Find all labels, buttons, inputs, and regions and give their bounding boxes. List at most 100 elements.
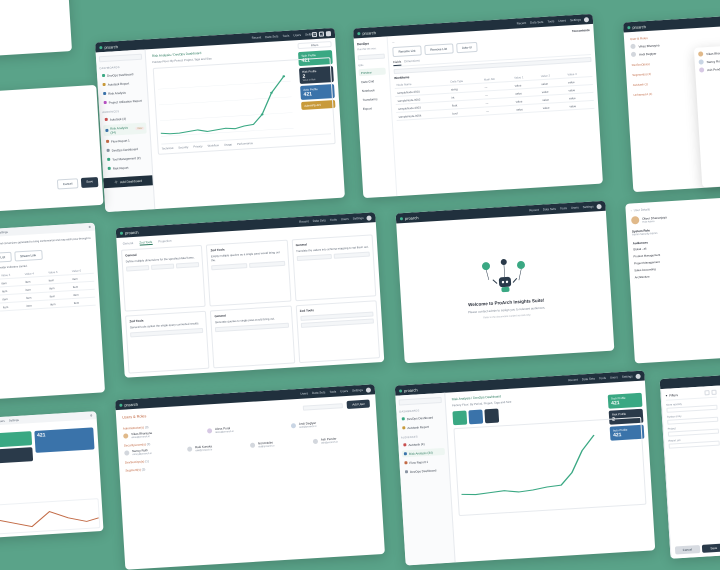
sidebar-item-aud[interactable]: Autotask (4) [103, 114, 146, 124]
nav-item[interactable]: Recent [517, 21, 527, 26]
user-item[interactable]: Raki Kunakaraki@proarch.io [187, 442, 246, 453]
sidebar-item-dash[interactable]: Autotask Report [100, 79, 143, 89]
search-input[interactable] [358, 54, 385, 61]
nav-item[interactable]: Data Sets [582, 377, 595, 382]
sidebar-item-dash[interactable]: DevOps Dashboard [100, 70, 143, 80]
cancel-button[interactable]: Cancel [57, 178, 79, 189]
nav-item[interactable]: Data Sets [543, 207, 556, 212]
search-input[interactable] [303, 403, 343, 410]
user-item[interactable]: Nid Antolininid@proarch.io [250, 438, 309, 449]
nav-item[interactable]: Settings [352, 388, 363, 393]
nav-item[interactable]: Users [558, 18, 566, 22]
save-button[interactable]: Save [81, 177, 98, 188]
nav-item[interactable]: Tools [547, 19, 554, 23]
kpi-chip[interactable] [452, 410, 467, 425]
leftnav-item[interactable]: Notebook [360, 86, 387, 95]
kpi-card[interactable]: Tech Profile421 [608, 393, 643, 409]
sidebar-item-dash[interactable]: Project Utilization Report [102, 97, 145, 107]
chart-tab[interactable]: Technical [162, 146, 174, 151]
gear-icon[interactable]: ⚙ [90, 413, 93, 417]
sidebar-item-aud[interactable]: Autotask (4) [401, 439, 444, 449]
user-avatar[interactable] [366, 215, 371, 220]
nav-item[interactable]: Users [0, 419, 5, 423]
nav-item[interactable]: Recent [252, 35, 262, 40]
leftnav-item[interactable]: Data Grid [359, 77, 386, 86]
nav-item[interactable]: Recent [529, 208, 539, 213]
remove-button[interactable]: Remove List [0, 252, 11, 264]
user-item[interactable]: Ash Penderash@proarch.io [313, 434, 372, 445]
tab[interactable]: Projection [158, 239, 172, 245]
nav-item[interactable]: Users [300, 391, 308, 395]
sidebar-item-aud[interactable]: Tool Management (2) [105, 153, 148, 163]
filter-field[interactable]: Syntax array [667, 413, 718, 425]
add-dashboard-button[interactable]: ＋Add Dashboard [103, 175, 153, 188]
remove-button[interactable]: Remove List [424, 43, 453, 55]
sidebar-item-dash[interactable]: Autotask Report [400, 422, 443, 432]
nav-item[interactable]: Users [340, 389, 348, 393]
chart-tab[interactable]: Usage [224, 142, 232, 146]
nav-item[interactable]: Users [341, 217, 349, 221]
nav-item[interactable]: Settings [9, 418, 19, 423]
filter-field[interactable]: Report set [668, 437, 719, 449]
nav-item[interactable]: Settings [0, 230, 8, 235]
nav-item[interactable]: Tools [560, 206, 567, 210]
nav-item[interactable]: Tools [282, 34, 289, 38]
filters-toggle[interactable]: Filters [297, 41, 331, 49]
rename-button[interactable]: Rename List [392, 45, 421, 57]
kpi-card[interactable]: 421 [34, 427, 95, 453]
sidebar-item-aud[interactable]: Flow Report 1 [402, 457, 445, 467]
refresh-icon[interactable] [704, 390, 709, 395]
kpi-card[interactable]: Tech Profile421 [0, 431, 32, 449]
search-input[interactable] [399, 397, 442, 406]
leftnav-item[interactable]: Preview [359, 68, 386, 77]
nav-item[interactable]: Data Sets [265, 34, 278, 39]
grid-icon[interactable] [312, 32, 317, 37]
kpi-chip[interactable] [484, 409, 499, 424]
nav-item[interactable]: Recent [568, 378, 578, 383]
sidebar-item-aud-selected[interactable]: Risk Analysis (34)New [103, 123, 147, 137]
user-avatar[interactable] [584, 17, 589, 22]
nav-item[interactable]: Settings [570, 18, 581, 23]
nav-item[interactable]: Users [571, 205, 579, 209]
nav-item[interactable]: Tools [599, 376, 606, 380]
close-icon[interactable] [711, 390, 716, 395]
cancel-button[interactable]: Cancel [675, 545, 700, 554]
tab-active[interactable]: Zod Tools [139, 240, 152, 246]
filter-field[interactable]: More recently [666, 401, 717, 413]
nav-item[interactable]: Settings [353, 216, 364, 221]
nav-item[interactable]: Recent [299, 219, 309, 224]
leftnav-item[interactable]: Transforms [360, 95, 387, 104]
kpi-chip[interactable] [468, 409, 483, 424]
nav-item[interactable]: Tools [329, 390, 336, 394]
user-avatar[interactable] [366, 387, 371, 392]
nav-item[interactable]: Users [610, 375, 618, 379]
nav-item[interactable]: Data Sets [312, 390, 325, 395]
sidebar-item-aud[interactable]: Flow Report 1 [104, 135, 147, 145]
sidebar-item-aud[interactable]: Risk Report [106, 162, 149, 172]
leftnav-item[interactable]: Export [361, 104, 388, 113]
chart-tab[interactable]: Security [178, 145, 188, 150]
nav-item[interactable]: Settings [583, 204, 594, 209]
chart-tab[interactable]: Performance [237, 141, 253, 146]
user-avatar[interactable] [596, 203, 601, 208]
export-icon[interactable] [326, 31, 331, 36]
sidebar-item-aud[interactable]: DevOps Dashboard [403, 466, 446, 476]
sidebar-item-dash[interactable]: DevOps Dashboard [400, 413, 443, 423]
nav-item[interactable]: Data Sets [530, 20, 543, 25]
nav-item[interactable]: Data Sets [313, 218, 326, 223]
search-input[interactable] [99, 54, 142, 63]
sidebar-item-aud-selected[interactable]: Risk Analysis (34) [402, 448, 445, 458]
autoid-button[interactable]: Auto-id [456, 42, 478, 53]
sidebar-item-aud[interactable]: DevOps Dashboard [104, 144, 147, 154]
nav-item[interactable]: Users [293, 33, 301, 37]
user-item[interactable]: Vikas Bharayna [698, 47, 720, 57]
tab[interactable]: General [123, 241, 134, 247]
chart-tab[interactable]: Workflow [207, 143, 219, 148]
chart-tab[interactable]: Privacy [193, 144, 202, 149]
stream-button[interactable]: Stream Link [14, 250, 43, 262]
tab-fields[interactable]: Fields [393, 60, 401, 66]
user-avatar[interactable] [635, 373, 640, 378]
gear-icon[interactable]: ⚙ [88, 225, 91, 229]
apply-button[interactable]: Save [701, 543, 720, 552]
sidebar-item-dash[interactable]: Risk Analysis [101, 88, 144, 98]
